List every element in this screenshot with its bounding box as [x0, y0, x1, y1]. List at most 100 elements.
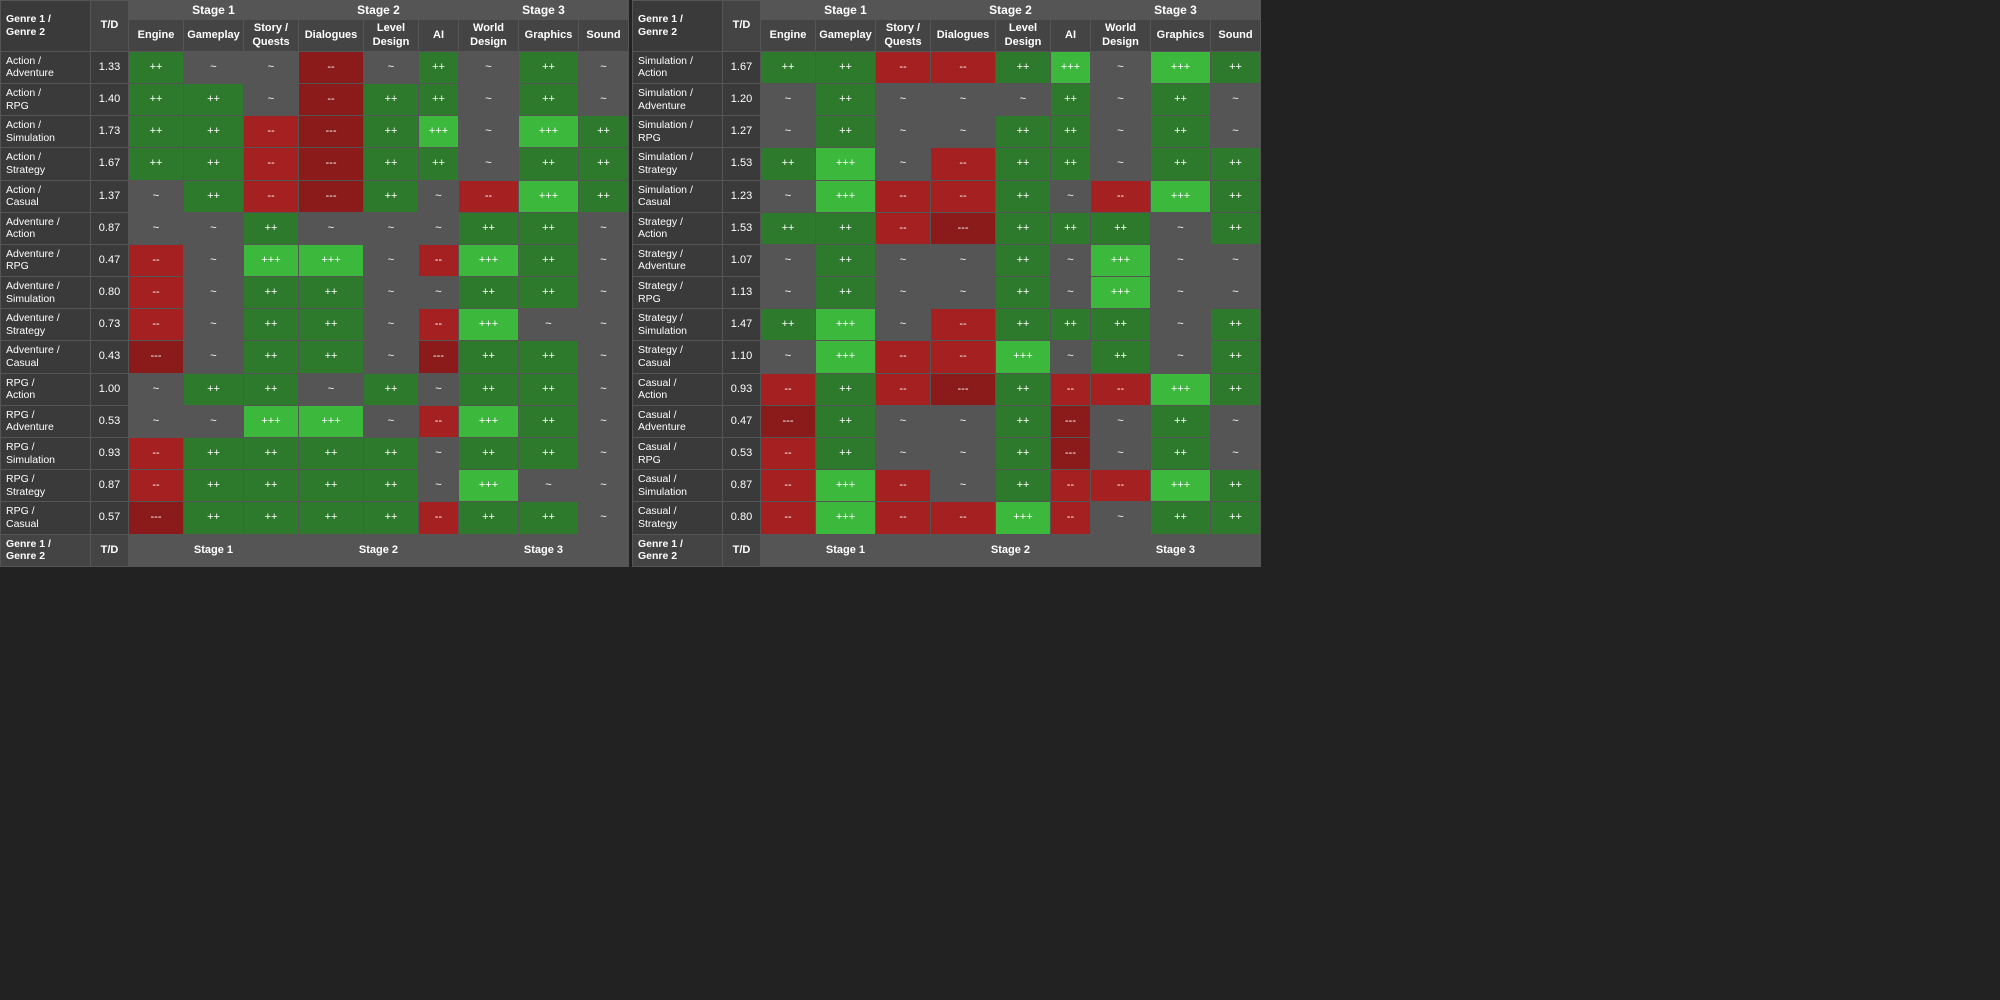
data-cell: --: [876, 180, 931, 212]
data-cell: ---: [419, 341, 459, 373]
data-cell: ~: [1211, 405, 1261, 437]
data-cell: ~: [129, 180, 184, 212]
data-cell: +++: [816, 180, 876, 212]
data-cell: +++: [244, 405, 299, 437]
right-col-world-header: WorldDesign: [1091, 20, 1151, 51]
genre-cell: Action /Simulation: [1, 116, 91, 148]
right-col-dialogues-header: Dialogues: [931, 20, 996, 51]
data-cell: ~: [364, 405, 419, 437]
col-gameplay-header: Gameplay: [184, 20, 244, 51]
data-cell: ++: [519, 277, 579, 309]
data-cell: ++: [519, 148, 579, 180]
td-cell: 1.53: [723, 212, 761, 244]
data-cell: ~: [876, 116, 931, 148]
right-col-gameplay-header: Gameplay: [816, 20, 876, 51]
data-cell: ~: [761, 83, 816, 115]
data-cell: ---: [299, 148, 364, 180]
data-cell: ++: [996, 212, 1051, 244]
left-header-td: T/D: [91, 1, 129, 52]
data-cell: ++: [996, 470, 1051, 502]
data-cell: ~: [129, 405, 184, 437]
data-cell: ~: [184, 212, 244, 244]
data-cell: --: [129, 470, 184, 502]
data-cell: ~: [1051, 277, 1091, 309]
data-cell: --: [1051, 502, 1091, 534]
data-cell: ~: [244, 51, 299, 83]
left-footer-td: T/D: [91, 534, 129, 566]
data-cell: ++: [184, 180, 244, 212]
data-cell: ++: [1091, 341, 1151, 373]
genre-cell: Adventure /Strategy: [1, 309, 91, 341]
td-cell: 0.43: [91, 341, 129, 373]
data-cell: +++: [816, 502, 876, 534]
td-cell: 1.67: [723, 51, 761, 83]
genre-cell: RPG /Adventure: [1, 405, 91, 437]
data-cell: ~: [931, 405, 996, 437]
data-cell: ++: [1151, 502, 1211, 534]
td-cell: 0.93: [723, 373, 761, 405]
data-cell: ~: [364, 212, 419, 244]
data-cell: ++: [364, 180, 419, 212]
data-cell: +++: [459, 405, 519, 437]
data-cell: +++: [816, 341, 876, 373]
data-cell: ~: [419, 438, 459, 470]
data-cell: ~: [931, 116, 996, 148]
data-cell: ---: [1051, 405, 1091, 437]
data-cell: --: [876, 502, 931, 534]
data-cell: ++: [816, 373, 876, 405]
data-cell: ~: [364, 244, 419, 276]
right-stage3-header: Stage 3: [1091, 1, 1261, 20]
data-cell: --: [129, 438, 184, 470]
data-cell: ++: [1151, 83, 1211, 115]
data-cell: ++: [299, 341, 364, 373]
data-cell: --: [129, 244, 184, 276]
right-col-story-header: Story /Quests: [876, 20, 931, 51]
td-cell: 0.47: [91, 244, 129, 276]
data-cell: ~: [761, 180, 816, 212]
data-cell: ~: [364, 51, 419, 83]
data-cell: --: [761, 470, 816, 502]
data-cell: --: [876, 51, 931, 83]
data-cell: ~: [579, 341, 629, 373]
td-cell: 0.73: [91, 309, 129, 341]
data-cell: ++: [184, 502, 244, 534]
data-cell: ++: [1211, 180, 1261, 212]
data-cell: +++: [996, 502, 1051, 534]
data-cell: ++: [299, 277, 364, 309]
data-cell: +++: [519, 116, 579, 148]
data-cell: ++: [129, 148, 184, 180]
col-sound-header: Sound: [579, 20, 629, 51]
data-cell: ++: [1051, 212, 1091, 244]
data-cell: ++: [579, 148, 629, 180]
genre-cell: Casual /Adventure: [633, 405, 723, 437]
data-cell: ~: [1211, 438, 1261, 470]
data-cell: ---: [299, 180, 364, 212]
data-cell: ++: [996, 373, 1051, 405]
data-cell: ~: [579, 438, 629, 470]
data-cell: ++: [184, 438, 244, 470]
td-cell: 0.53: [91, 405, 129, 437]
data-cell: ~: [876, 148, 931, 180]
right-table: Genre 1 /Genre 2 T/D Stage 1 Stage 2 Sta…: [632, 0, 1261, 567]
data-cell: ---: [761, 405, 816, 437]
data-cell: ~: [459, 51, 519, 83]
data-cell: ~: [519, 309, 579, 341]
data-cell: ~: [1051, 244, 1091, 276]
data-cell: ~: [579, 51, 629, 83]
right-stage2-header: Stage 2: [931, 1, 1091, 20]
data-cell: ++: [761, 309, 816, 341]
td-cell: 1.20: [723, 83, 761, 115]
data-cell: ++: [816, 244, 876, 276]
data-cell: ++: [244, 341, 299, 373]
data-cell: ~: [184, 341, 244, 373]
data-cell: ++: [364, 148, 419, 180]
data-cell: ++: [244, 277, 299, 309]
genre-cell: Action /Adventure: [1, 51, 91, 83]
data-cell: ++: [299, 438, 364, 470]
data-cell: ++: [1211, 148, 1261, 180]
data-cell: ++: [1051, 116, 1091, 148]
data-cell: ~: [419, 277, 459, 309]
data-cell: ~: [1091, 438, 1151, 470]
data-cell: ~: [364, 309, 419, 341]
data-cell: --: [459, 180, 519, 212]
